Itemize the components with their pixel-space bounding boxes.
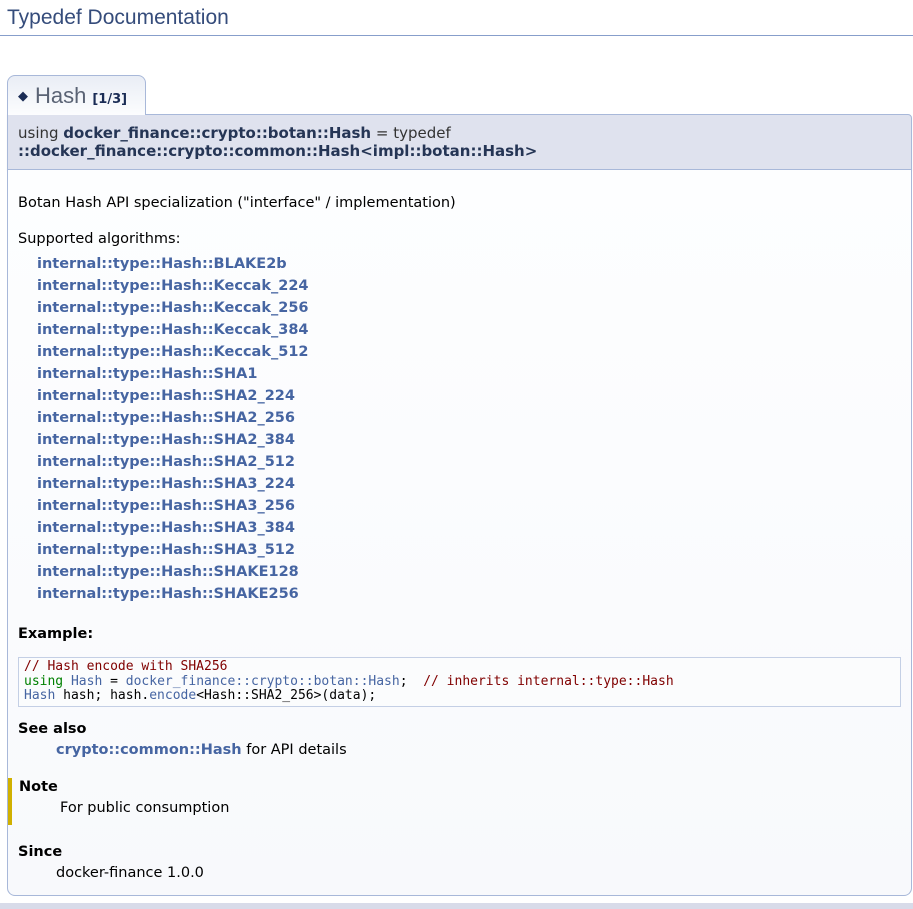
code-text: hash; hash. — [55, 688, 149, 703]
code-line: using Hash = docker_finance::crypto::bot… — [24, 675, 895, 690]
since-content: docker-finance 1.0.0 — [56, 865, 901, 882]
note-content: For public consumption — [60, 800, 901, 817]
algorithm-link-sha3-512[interactable]: internal::type::Hash::SHA3_512 — [37, 542, 295, 558]
since-heading: Since — [18, 844, 901, 860]
typedef-member-hash: ◆Hash[1/3] using docker_finance::crypto:… — [7, 74, 912, 896]
algorithm-link-shake256[interactable]: internal::type::Hash::SHAKE256 — [37, 586, 299, 602]
algorithm-list-item: internal::type::Hash::SHA3_224 — [37, 473, 901, 495]
algorithm-link-keccak-224[interactable]: internal::type::Hash::Keccak_224 — [37, 278, 309, 294]
code-link-botan-hash[interactable]: docker_finance::crypto::botan::Hash — [126, 674, 400, 689]
see-also-content: crypto::common::Hash for API details — [56, 742, 901, 759]
member-documentation: Botan Hash API specialization ("interfac… — [7, 170, 912, 896]
proto-typedef-name: docker_finance::crypto::botan::Hash — [63, 124, 371, 142]
algorithm-link-shake128[interactable]: internal::type::Hash::SHAKE128 — [37, 564, 299, 580]
algorithm-link-sha2-224[interactable]: internal::type::Hash::SHA2_224 — [37, 388, 295, 404]
algorithm-list-item: internal::type::Hash::SHA3_512 — [37, 539, 901, 561]
algorithm-list-item: internal::type::Hash::SHA1 — [37, 363, 901, 385]
member-overload-index: [1/3] — [92, 92, 127, 107]
member-prototype: using docker_finance::crypto::botan::Has… — [7, 114, 912, 170]
note-heading: Note — [19, 779, 901, 795]
code-link-encode[interactable]: encode — [149, 688, 196, 703]
code-comment: // inherits internal::type::Hash — [423, 674, 673, 689]
algorithm-link-sha3-256[interactable]: internal::type::Hash::SHA3_256 — [37, 498, 295, 514]
algorithm-list-item: internal::type::Hash::Keccak_256 — [37, 297, 901, 319]
algorithm-list-item: internal::type::Hash::Keccak_384 — [37, 319, 901, 341]
code-comment: // Hash encode with SHA256 — [24, 659, 228, 674]
supported-algorithms-heading: Supported algorithms: — [18, 231, 901, 247]
algorithm-list-item: internal::type::Hash::SHAKE256 — [37, 583, 901, 605]
member-description: Botan Hash API specialization ("interfac… — [18, 195, 901, 212]
algorithm-link-sha2-384[interactable]: internal::type::Hash::SHA2_384 — [37, 432, 295, 448]
algorithm-list-item: internal::type::Hash::Keccak_224 — [37, 275, 901, 297]
proto-equals-typedef: = typedef — [371, 124, 455, 142]
code-keyword-using: using — [24, 674, 71, 689]
algorithm-link-sha3-224[interactable]: internal::type::Hash::SHA3_224 — [37, 476, 295, 492]
algorithm-list-item: internal::type::Hash::SHA3_256 — [37, 495, 901, 517]
see-also-heading: See also — [18, 721, 901, 737]
code-text: <Hash::SHA2_256>(data); — [196, 688, 376, 703]
proto-target-type: ::docker_finance::crypto::common::Hash<i… — [18, 142, 537, 160]
code-text: = — [102, 674, 125, 689]
code-link-hash-type[interactable]: Hash — [24, 688, 55, 703]
member-name: Hash — [35, 83, 86, 108]
example-heading: Example: — [18, 626, 901, 642]
code-text: ; — [400, 674, 423, 689]
algorithm-list-item: internal::type::Hash::SHAKE128 — [37, 561, 901, 583]
see-also-link-common-hash[interactable]: crypto::common::Hash — [56, 742, 242, 758]
algorithm-list-item: internal::type::Hash::SHA2_384 — [37, 429, 901, 451]
algorithm-link-keccak-512[interactable]: internal::type::Hash::Keccak_512 — [37, 344, 309, 360]
proto-using-keyword: using — [18, 124, 63, 142]
algorithm-list-item: internal::type::Hash::SHA2_256 — [37, 407, 901, 429]
note-section: Note For public consumption — [8, 778, 901, 825]
algorithm-link-sha2-256[interactable]: internal::type::Hash::SHA2_256 — [37, 410, 295, 426]
algorithm-link-sha2-512[interactable]: internal::type::Hash::SHA2_512 — [37, 454, 295, 470]
see-also-suffix: for API details — [242, 742, 347, 758]
bottom-separator-bar — [0, 903, 913, 909]
algorithm-link-keccak-384[interactable]: internal::type::Hash::Keccak_384 — [37, 322, 309, 338]
algorithm-list: internal::type::Hash::BLAKE2b internal::… — [18, 253, 901, 605]
page-title: Typedef Documentation — [0, 0, 913, 36]
permalink-diamond-icon[interactable]: ◆ — [18, 89, 28, 104]
algorithm-link-keccak-256[interactable]: internal::type::Hash::Keccak_256 — [37, 300, 309, 316]
algorithm-list-item: internal::type::Hash::BLAKE2b — [37, 253, 901, 275]
algorithm-link-sha3-384[interactable]: internal::type::Hash::SHA3_384 — [37, 520, 295, 536]
algorithm-list-item: internal::type::Hash::SHA3_384 — [37, 517, 901, 539]
code-line: Hash hash; hash.encode<Hash::SHA2_256>(d… — [24, 689, 895, 704]
member-title-tab: ◆ Hash [1/3] — [7, 75, 146, 115]
code-link-hash[interactable]: Hash — [71, 674, 102, 689]
algorithm-link-sha1[interactable]: internal::type::Hash::SHA1 — [37, 366, 257, 382]
algorithm-list-item: internal::type::Hash::SHA2_512 — [37, 451, 901, 473]
algorithm-list-item: internal::type::Hash::Keccak_512 — [37, 341, 901, 363]
algorithm-list-item: internal::type::Hash::SHA2_224 — [37, 385, 901, 407]
see-also-section: See also crypto::common::Hash for API de… — [18, 721, 901, 759]
algorithm-link-blake2b[interactable]: internal::type::Hash::BLAKE2b — [37, 256, 287, 272]
since-section: Since docker-finance 1.0.0 — [18, 844, 901, 882]
code-example-block: // Hash encode with SHA256 using Hash = … — [18, 657, 901, 707]
code-line: // Hash encode with SHA256 — [24, 660, 895, 675]
